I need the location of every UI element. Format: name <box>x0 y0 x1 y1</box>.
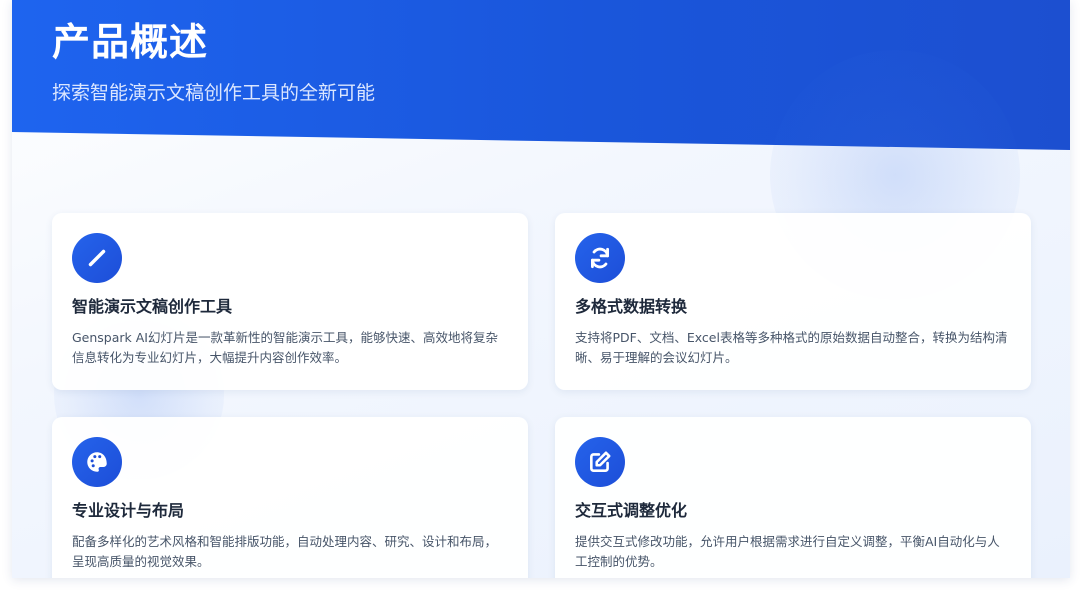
edit-icon <box>575 437 625 487</box>
feature-card-design-layout: 专业设计与布局 配备多样化的艺术风格和智能排版功能，自动处理内容、研究、设计和布… <box>52 417 528 578</box>
pencil-icon <box>72 233 122 283</box>
palette-icon <box>72 437 122 487</box>
feature-card-format-conversion: 多格式数据转换 支持将PDF、文档、Excel表格等多种格式的原始数据自动整合，… <box>555 213 1031 390</box>
slide: 产品概述 探索智能演示文稿创作工具的全新可能 智能演示文稿创作工具 Genspa… <box>12 0 1070 578</box>
page-subtitle: 探索智能演示文稿创作工具的全新可能 <box>52 82 376 104</box>
feature-card-presentation-tool: 智能演示文稿创作工具 Genspark AI幻灯片是一款革新性的智能演示工具，能… <box>52 213 528 390</box>
feature-card-interactive-adjust: 交互式调整优化 提供交互式修改功能，允许用户根据需求进行自定义调整，平衡AI自动… <box>555 417 1031 578</box>
card-title: 智能演示文稿创作工具 <box>72 297 233 316</box>
page-title: 产品概述 <box>52 20 209 64</box>
sync-icon <box>575 233 625 283</box>
card-description: 支持将PDF、文档、Excel表格等多种格式的原始数据自动整合，转换为结构清晰、… <box>575 330 1008 365</box>
card-title: 交互式调整优化 <box>575 501 688 520</box>
card-description: 提供交互式修改功能，允许用户根据需求进行自定义调整，平衡AI自动化与人工控制的优… <box>575 534 1000 569</box>
card-description: Genspark AI幻灯片是一款革新性的智能演示工具，能够快速、高效地将复杂信… <box>72 330 498 365</box>
card-description: 配备多样化的艺术风格和智能排版功能，自动处理内容、研究、设计和布局，呈现高质量的… <box>72 534 498 569</box>
card-title: 专业设计与布局 <box>72 501 185 520</box>
card-title: 多格式数据转换 <box>575 297 688 316</box>
